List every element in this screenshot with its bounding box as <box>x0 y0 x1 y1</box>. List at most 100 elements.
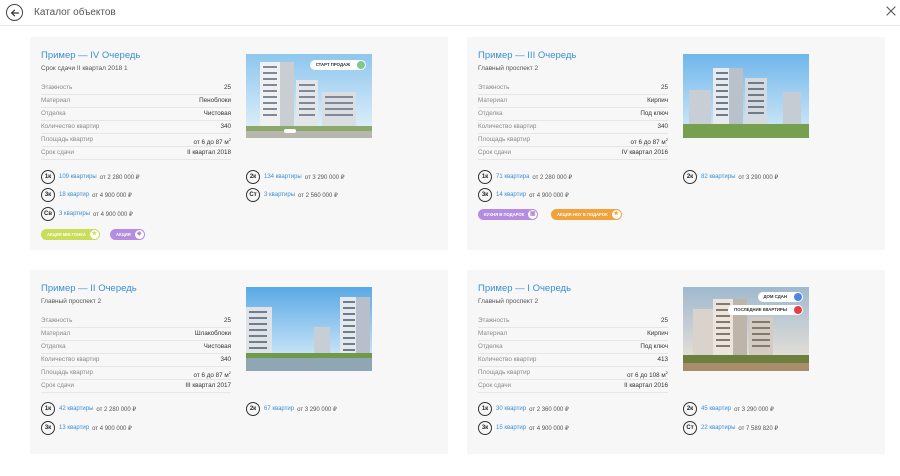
promo-label: КУХНЯ В ПОДАРОК <box>484 212 525 217</box>
promo-label: АКЦИЯ <box>116 232 131 237</box>
apartment-price: от 2 560 000 ₽ <box>298 192 338 199</box>
apartment-type-badge: 3к <box>478 421 492 435</box>
kitchen-icon: ▣ <box>528 210 538 219</box>
spec-label: Этажность <box>41 317 73 324</box>
promo-badge[interactable]: АКЦИЯ ◆ <box>110 229 145 240</box>
spec-row: Количество квартир 413 <box>478 354 668 367</box>
apartment-item: 3к 14 квартир от 4 900 000 ₽ <box>478 188 569 202</box>
spec-value: Кирпич <box>647 97 668 104</box>
object-photo[interactable]: СТАРТ ПРОДАЖ <box>246 54 372 138</box>
apartment-item: 3к 15 квартир от 4 900 000 ₽ <box>478 421 569 435</box>
spec-row: Отделка Под ключ <box>478 108 668 121</box>
object-title[interactable]: Пример — IV Очередь <box>41 50 140 61</box>
apartment-type-badge: 3к <box>478 188 492 202</box>
spec-label: Площадь квартир <box>41 136 93 143</box>
apartment-count-link[interactable]: 22 квартиры <box>701 425 735 431</box>
spec-row: Этажность 25 <box>478 82 668 95</box>
spec-value: 340 <box>220 123 231 130</box>
spec-value: Под ключ <box>640 110 668 117</box>
apartment-price: от 2 280 000 ₽ <box>99 174 140 181</box>
spec-row: Этажность 25 <box>478 315 668 328</box>
object-photo[interactable]: ДОМ СДАН ПОСЛЕДНИЕ КВАРТИРЫ <box>683 287 809 371</box>
apartment-count-link[interactable]: 71 квартира <box>496 174 529 180</box>
object-photo[interactable] <box>683 54 809 138</box>
spec-label: Площадь квартир <box>41 369 93 376</box>
apartment-price: от 4 900 000 ₽ <box>529 192 569 199</box>
object-photo[interactable] <box>246 287 372 371</box>
apartment-item: 3к 13 квартир от 4 900 000 ₽ <box>41 421 132 435</box>
spec-label: Материал <box>478 330 508 337</box>
object-title[interactable]: Пример — I Очередь <box>478 283 571 294</box>
spec-row: Материал Кирпич <box>478 328 668 341</box>
spec-label: Площадь квартир <box>478 136 530 143</box>
spec-row: Количество квартир 340 <box>41 354 231 367</box>
spec-label: Количество квартир <box>478 123 537 130</box>
apartment-item: 2к 45 квартир от 3 290 000 ₽ <box>683 402 774 416</box>
object-subtitle: Главный проспект 2 <box>478 65 539 72</box>
spec-label: Площадь квартир <box>478 369 530 376</box>
spec-label: Срок сдачи <box>478 149 512 156</box>
spec-label: Материал <box>41 330 71 337</box>
object-title[interactable]: Пример — III Очередь <box>478 50 576 61</box>
close-icon[interactable] <box>885 5 897 17</box>
object-card: Пример — I Очередь Главный проспект 2 Эт… <box>467 270 885 454</box>
apartment-count-link[interactable]: 109 квартиры <box>59 174 97 180</box>
object-subtitle: Главный проспект 2 <box>478 298 539 305</box>
spec-label: Отделка <box>41 343 66 350</box>
apartment-type-badge: 2к <box>246 402 260 416</box>
spec-label: Отделка <box>478 110 503 117</box>
object-specs: Этажность 25 Материал Шлакоблоки Отделка Чи… <box>41 315 231 393</box>
apartment-type-badge: Св <box>41 207 55 221</box>
apartment-price: от 3 290 000 ₽ <box>304 174 345 181</box>
spec-value: 25 <box>660 84 668 91</box>
apartment-item: 1к 71 квартира от 2 280 000 ₽ <box>478 170 572 184</box>
photo-tag-label: СТАРТ ПРОДАЖ <box>315 62 350 67</box>
promo-badge[interactable]: АКЦИЯ MIN ГОНКА ★ <box>41 229 100 240</box>
spec-value: Шлакоблоки <box>194 330 231 337</box>
spec-row: Материал Кирпич <box>478 95 668 108</box>
spec-value: 25 <box>660 317 668 324</box>
apartment-price: от 2 280 000 ₽ <box>96 406 137 413</box>
spec-row: Количество квартир 340 <box>41 121 231 134</box>
promo-badge[interactable]: АКЦИЯ НОУ В ПОДАРОК ★ <box>551 209 622 220</box>
apartment-price: от 4 900 000 ₽ <box>92 192 132 199</box>
spec-row: Площадь квартир от 6 до 87 м2 <box>41 134 231 147</box>
arrow-left-icon <box>10 9 19 16</box>
spec-value: 25 <box>223 84 231 91</box>
spec-value: III квартал 2017 <box>185 382 231 389</box>
spec-label: Срок сдачи <box>478 382 512 389</box>
home-icon <box>794 293 802 301</box>
apartment-count-link[interactable]: 82 квартиры <box>701 174 735 180</box>
apartment-price: от 3 290 000 ₽ <box>297 406 337 413</box>
apartment-count-link[interactable]: 134 квартиры <box>264 174 302 180</box>
apartment-count-link[interactable]: 18 квартир <box>59 192 89 198</box>
apartment-count-link[interactable]: 42 квартиры <box>59 406 93 412</box>
apartment-count-link[interactable]: 13 квартир <box>59 425 89 431</box>
apartment-item: 3к 18 квартир от 4 900 000 ₽ <box>41 188 132 202</box>
apartment-count-link[interactable]: 3 квартиры <box>59 211 90 217</box>
spec-row: Этажность 25 <box>41 315 231 328</box>
top-bar: Каталог объектов <box>0 0 900 26</box>
apartment-count-link[interactable]: 3 квартиры <box>264 192 295 198</box>
diamond-icon: ◆ <box>134 230 144 239</box>
spec-row: Срок сдачи II квартал 2016 <box>478 380 668 393</box>
apartment-count-link[interactable]: 30 квартир <box>496 406 526 412</box>
spec-label: Отделка <box>478 343 503 350</box>
spec-row: Отделка Чистовая <box>41 341 231 354</box>
apartment-count-link[interactable]: 15 квартир <box>496 425 526 431</box>
object-specs: Этажность 25 Материал Кирпич Отделка Под кл… <box>478 315 668 393</box>
apartment-count-link[interactable]: 67 квартир <box>264 406 294 412</box>
spec-label: Этажность <box>478 84 510 91</box>
apartment-count-link[interactable]: 14 квартир <box>496 192 526 198</box>
spec-row: Площадь квартир от 6 до 87 м2 <box>41 367 231 380</box>
apartment-price: от 3 290 000 ₽ <box>738 174 779 181</box>
apartment-type-badge: 3к <box>41 421 55 435</box>
promo-badge[interactable]: КУХНЯ В ПОДАРОК ▣ <box>478 209 539 220</box>
spec-value: 25 <box>223 317 231 324</box>
spec-value: II квартал 2016 <box>624 382 668 389</box>
apartment-item: Ст 22 квартиры от 7 589 820 ₽ <box>683 421 778 435</box>
back-button[interactable] <box>6 4 23 21</box>
apartment-price: от 4 900 000 ₽ <box>92 425 132 432</box>
apartment-count-link[interactable]: 45 квартир <box>701 406 731 412</box>
object-title[interactable]: Пример — II Очередь <box>41 283 137 294</box>
